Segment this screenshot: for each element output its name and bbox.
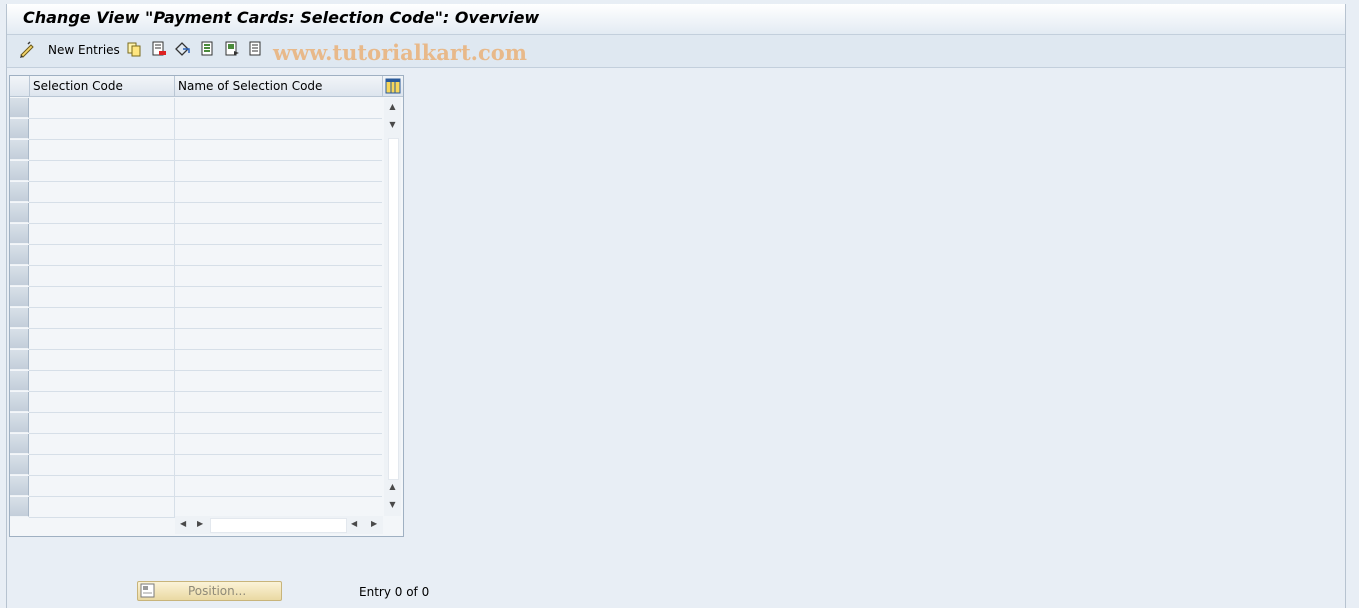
copy-icon[interactable] xyxy=(126,41,142,60)
row-selector[interactable] xyxy=(10,476,29,496)
row-selector[interactable] xyxy=(10,224,29,244)
row-selector[interactable] xyxy=(10,350,29,370)
column-divider xyxy=(174,119,175,140)
row-selector[interactable] xyxy=(10,245,29,265)
column-divider xyxy=(174,371,175,392)
application-toolbar: New Entries www.tutorialkart.com xyxy=(7,35,1345,68)
column-divider xyxy=(174,455,175,476)
row-selector[interactable] xyxy=(10,266,29,286)
column-divider xyxy=(174,203,175,224)
column-divider xyxy=(174,329,175,350)
row-selector[interactable] xyxy=(10,182,29,202)
column-divider xyxy=(174,434,175,455)
column-divider xyxy=(174,308,175,329)
scroll-right-end-icon[interactable]: ▶ xyxy=(371,519,377,528)
select-block-icon[interactable] xyxy=(224,41,240,60)
edit-pen-icon[interactable] xyxy=(18,41,36,62)
row-selector[interactable] xyxy=(10,455,29,475)
entry-counter: Entry 0 of 0 xyxy=(359,585,430,599)
scroll-left-icon[interactable]: ◀ xyxy=(180,519,186,528)
table-row[interactable] xyxy=(29,308,382,329)
vertical-scrollbar[interactable]: ▲ ▼ ▲ ▼ xyxy=(384,98,401,516)
table-row[interactable] xyxy=(29,392,382,413)
column-divider xyxy=(174,476,175,497)
page-title: Change View "Payment Cards: Selection Co… xyxy=(23,8,540,27)
table-row[interactable] xyxy=(29,476,382,497)
table-row[interactable] xyxy=(29,413,382,434)
scroll-up-icon[interactable]: ▲ xyxy=(387,102,398,112)
row-selector[interactable] xyxy=(10,98,29,118)
table-row[interactable] xyxy=(29,203,382,224)
watermark-text: www.tutorialkart.com xyxy=(273,40,527,65)
table-settings-button[interactable] xyxy=(383,76,403,97)
table-row[interactable] xyxy=(29,98,382,119)
table-row[interactable] xyxy=(29,350,382,371)
page-up-icon[interactable]: ▲ xyxy=(387,482,398,492)
row-selector[interactable] xyxy=(10,119,29,139)
row-selector[interactable] xyxy=(10,434,29,454)
row-selector[interactable] xyxy=(10,308,29,328)
column-header-selection-code[interactable]: Selection Code xyxy=(30,76,175,97)
main-window: Change View "Payment Cards: Selection Co… xyxy=(6,4,1346,608)
column-divider xyxy=(174,182,175,203)
position-button[interactable]: Position... xyxy=(137,581,282,601)
table-row[interactable] xyxy=(29,182,382,203)
row-selector[interactable] xyxy=(10,371,29,391)
horizontal-scroll-track[interactable] xyxy=(210,518,347,533)
table-row[interactable] xyxy=(29,329,382,350)
table-row[interactable] xyxy=(29,266,382,287)
table-row[interactable] xyxy=(29,140,382,161)
table-row[interactable] xyxy=(29,245,382,266)
position-button-label: Position... xyxy=(188,584,247,598)
column-divider xyxy=(174,350,175,371)
horizontal-scrollbar[interactable]: ◀ ▶ ◀ ▶ xyxy=(175,516,383,534)
undo-change-icon[interactable] xyxy=(174,41,192,60)
table-row[interactable] xyxy=(29,371,382,392)
title-bar: Change View "Payment Cards: Selection Co… xyxy=(7,4,1345,35)
column-divider xyxy=(174,245,175,266)
column-header-name-of-selection-code[interactable]: Name of Selection Code xyxy=(175,76,383,97)
page-down-icon[interactable]: ▼ xyxy=(387,120,398,130)
new-entries-button[interactable]: New Entries xyxy=(48,43,120,57)
selection-code-table: Selection Code Name of Selection Code ▲ … xyxy=(9,75,404,537)
table-row[interactable] xyxy=(29,161,382,182)
row-selector[interactable] xyxy=(10,203,29,223)
row-selector[interactable] xyxy=(10,140,29,160)
delete-icon[interactable] xyxy=(151,41,167,60)
column-divider xyxy=(174,161,175,182)
column-divider xyxy=(174,392,175,413)
row-selector[interactable] xyxy=(10,497,29,517)
column-divider xyxy=(174,140,175,161)
select-all-icon[interactable] xyxy=(200,41,216,60)
table-settings-icon xyxy=(385,78,401,94)
column-divider xyxy=(174,266,175,287)
vertical-scroll-track[interactable] xyxy=(388,138,399,480)
scroll-down-icon[interactable]: ▼ xyxy=(387,500,398,510)
column-divider xyxy=(174,98,175,119)
table-row[interactable] xyxy=(29,497,382,518)
table-row[interactable] xyxy=(29,455,382,476)
table-row[interactable] xyxy=(29,287,382,308)
table-row[interactable] xyxy=(29,224,382,245)
row-selector[interactable] xyxy=(10,413,29,433)
column-divider xyxy=(174,497,175,518)
scroll-right-icon[interactable]: ▶ xyxy=(197,519,203,528)
row-selector[interactable] xyxy=(10,287,29,307)
row-selector[interactable] xyxy=(10,392,29,412)
scroll-left-end-icon[interactable]: ◀ xyxy=(351,519,357,528)
row-selector[interactable] xyxy=(10,161,29,181)
select-all-rows-cell[interactable] xyxy=(10,76,30,97)
column-divider xyxy=(174,224,175,245)
column-divider xyxy=(174,413,175,434)
deselect-all-icon[interactable] xyxy=(248,41,264,60)
row-selector[interactable] xyxy=(10,329,29,349)
table-row[interactable] xyxy=(29,119,382,140)
table-row[interactable] xyxy=(29,434,382,455)
position-icon xyxy=(140,583,155,598)
column-divider xyxy=(174,287,175,308)
